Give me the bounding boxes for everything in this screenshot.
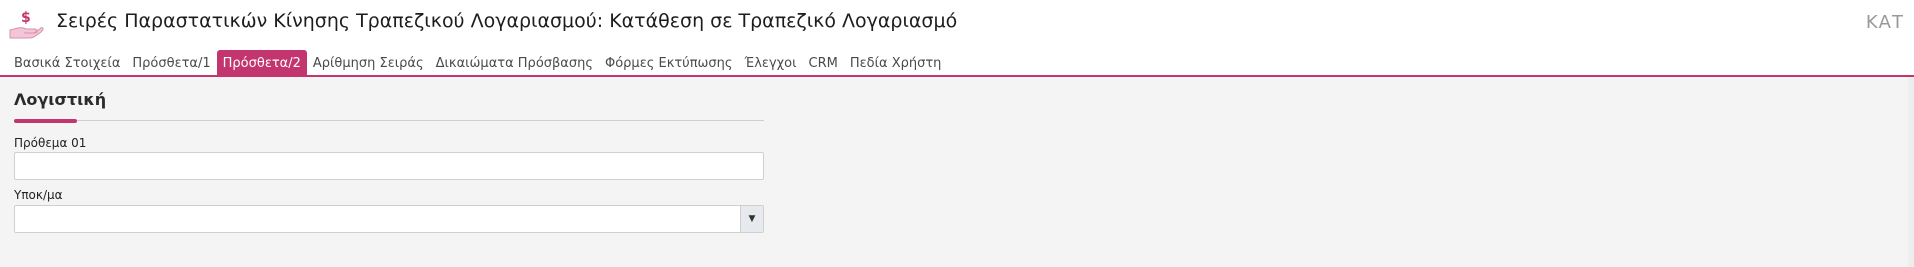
tab-bar: Βασικά Στοιχεία Πρόσθετα/1 Πρόσθετα/2 Αρ…: [8, 50, 947, 76]
tab-additional-2[interactable]: Πρόσθετα/2: [216, 50, 307, 76]
hand-dollar-icon: $: [9, 10, 44, 39]
tab-user-fields[interactable]: Πεδία Χρήστη: [844, 50, 948, 76]
tab-checks[interactable]: Έλεγχοι: [739, 50, 803, 76]
header-bar: $ Σειρές Παραστατικών Κίνησης Τραπεζικού…: [0, 0, 1914, 46]
tab-access-rights[interactable]: Δικαιώματα Πρόσβασης: [430, 50, 599, 76]
branch-select[interactable]: ▼: [14, 205, 764, 233]
tab-basic-info[interactable]: Βασικά Στοιχεία: [8, 50, 126, 76]
section-accent-bar: [14, 119, 77, 123]
section-title: Λογιστική: [14, 90, 107, 109]
prefix-input[interactable]: [14, 152, 764, 180]
page-title: Σειρές Παραστατικών Κίνησης Τραπεζικού Λ…: [56, 10, 958, 32]
tab-print-forms[interactable]: Φόρμες Εκτύπωσης: [599, 50, 739, 76]
tab-crm[interactable]: CRM: [803, 50, 844, 76]
tab-additional-1[interactable]: Πρόσθετα/1: [126, 50, 216, 76]
branch-label: Υποκ/μα: [14, 188, 63, 202]
scrollbar[interactable]: [1908, 77, 1914, 267]
svg-text:$: $: [21, 10, 31, 26]
prefix-label: Πρόθεμα 01: [14, 136, 87, 150]
section-divider: [14, 120, 764, 121]
record-code: ΚΑΤ: [1865, 12, 1904, 33]
tab-series-numbering[interactable]: Αρίθμηση Σειράς: [307, 50, 430, 76]
caret-down-icon[interactable]: ▼: [740, 206, 763, 232]
